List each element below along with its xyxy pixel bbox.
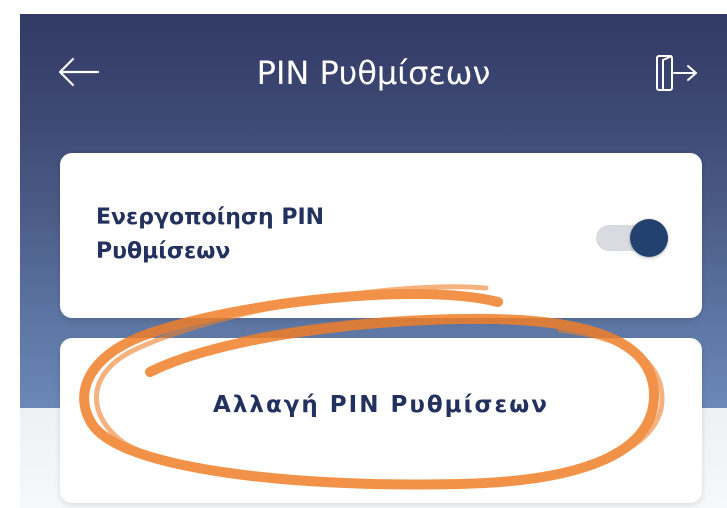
pin-toggle-label: Ενεργοποίηση PIN Ρυθμίσεων bbox=[96, 205, 325, 264]
logout-door-icon bbox=[656, 55, 697, 91]
back-button[interactable] bbox=[56, 52, 102, 92]
pin-toggle-card: Ενεργοποίηση PIN Ρυθμίσεων bbox=[60, 153, 702, 318]
pin-toggle-switch[interactable] bbox=[596, 219, 670, 257]
change-pin-label: Αλλαγή PIN Ρυθμίσεων bbox=[213, 392, 549, 418]
exit-button[interactable] bbox=[652, 52, 702, 94]
toggle-thumb bbox=[630, 219, 668, 257]
arrow-left-icon bbox=[58, 57, 100, 87]
change-pin-button[interactable]: Αλλαγή PIN Ρυθμίσεων bbox=[60, 338, 702, 503]
page-title: PIN Ρυθμίσεων bbox=[256, 54, 491, 92]
app-screen: PIN Ρυθμίσεων Ενεργοποίηση PIN Ρυθμίσεων… bbox=[20, 14, 727, 508]
